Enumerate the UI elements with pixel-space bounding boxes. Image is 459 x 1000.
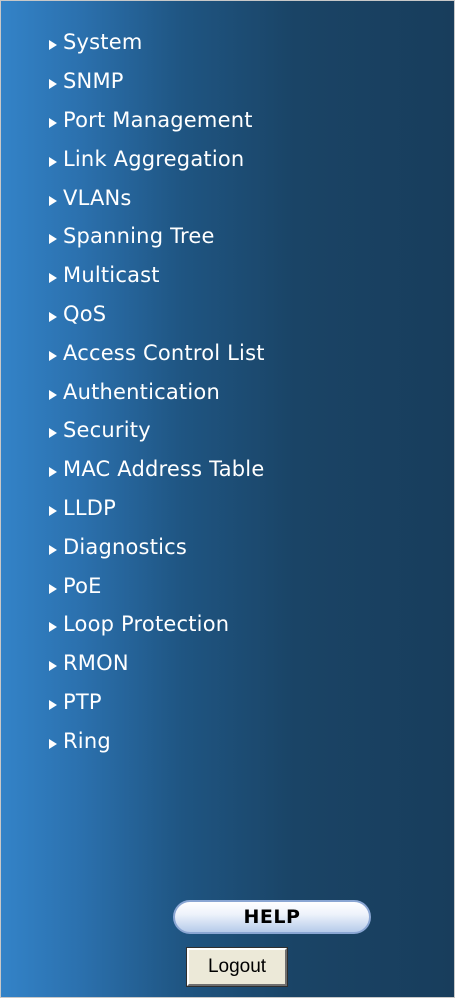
triangle-right-icon bbox=[49, 467, 57, 478]
menu-item-port-management[interactable]: Port Management bbox=[49, 101, 265, 140]
menu-item-label: QoS bbox=[63, 301, 107, 326]
menu-item-multicast[interactable]: Multicast bbox=[49, 256, 265, 295]
triangle-right-icon bbox=[49, 738, 57, 749]
menu-item-label: RMON bbox=[63, 651, 129, 676]
menu-item-rmon[interactable]: RMON bbox=[49, 644, 265, 683]
triangle-right-icon bbox=[49, 699, 57, 710]
menu-item-label: MAC Address Table bbox=[63, 457, 265, 482]
menu-item-label: Loop Protection bbox=[63, 612, 230, 637]
triangle-right-icon bbox=[49, 622, 57, 633]
menu-item-poe[interactable]: PoE bbox=[49, 566, 265, 605]
help-button-label: HELP bbox=[243, 906, 301, 928]
menu-item-access-control-list[interactable]: Access Control List bbox=[49, 333, 265, 372]
menu-item-system[interactable]: System bbox=[49, 23, 265, 62]
menu-item-label: LLDP bbox=[63, 495, 117, 520]
menu-item-security[interactable]: Security bbox=[49, 411, 265, 450]
menu-item-lldp[interactable]: LLDP bbox=[49, 489, 265, 528]
triangle-right-icon bbox=[49, 40, 57, 51]
menu-item-label: Security bbox=[63, 418, 151, 443]
triangle-right-icon bbox=[49, 79, 57, 90]
triangle-right-icon bbox=[49, 505, 57, 516]
triangle-right-icon bbox=[49, 117, 57, 128]
triangle-right-icon bbox=[49, 195, 57, 206]
menu-item-label: PTP bbox=[63, 689, 102, 714]
menu-item-label: Authentication bbox=[63, 379, 220, 404]
logout-button[interactable]: Logout bbox=[186, 947, 288, 987]
triangle-right-icon bbox=[49, 273, 57, 284]
menu-item-label: System bbox=[63, 30, 143, 55]
help-button[interactable]: HELP bbox=[173, 900, 371, 934]
menu-item-label: SNMP bbox=[63, 69, 124, 94]
menu-item-loop-protection[interactable]: Loop Protection bbox=[49, 605, 265, 644]
triangle-right-icon bbox=[49, 350, 57, 361]
menu-item-qos[interactable]: QoS bbox=[49, 295, 265, 334]
logout-button-label: Logout bbox=[207, 956, 267, 977]
triangle-right-icon bbox=[49, 389, 57, 400]
menu-item-label: Link Aggregation bbox=[63, 146, 245, 171]
main-menu: System SNMP Port Management Link Aggrega… bbox=[49, 23, 265, 760]
triangle-right-icon bbox=[49, 428, 57, 439]
triangle-right-icon bbox=[49, 544, 57, 555]
menu-item-ptp[interactable]: PTP bbox=[49, 683, 265, 722]
navigation-sidebar: System SNMP Port Management Link Aggrega… bbox=[0, 0, 455, 998]
menu-item-link-aggregation[interactable]: Link Aggregation bbox=[49, 139, 265, 178]
menu-item-mac-address-table[interactable]: MAC Address Table bbox=[49, 450, 265, 489]
triangle-right-icon bbox=[49, 583, 57, 594]
menu-item-diagnostics[interactable]: Diagnostics bbox=[49, 527, 265, 566]
menu-item-vlans[interactable]: VLANs bbox=[49, 178, 265, 217]
menu-item-label: Multicast bbox=[63, 263, 160, 288]
triangle-right-icon bbox=[49, 234, 57, 245]
menu-item-label: PoE bbox=[63, 573, 102, 598]
menu-item-label: VLANs bbox=[63, 185, 132, 210]
triangle-right-icon bbox=[49, 311, 57, 322]
menu-item-spanning-tree[interactable]: Spanning Tree bbox=[49, 217, 265, 256]
triangle-right-icon bbox=[49, 661, 57, 672]
menu-item-ring[interactable]: Ring bbox=[49, 721, 265, 760]
menu-item-label: Port Management bbox=[63, 107, 253, 132]
menu-item-label: Spanning Tree bbox=[63, 224, 215, 249]
menu-item-label: Diagnostics bbox=[63, 534, 188, 559]
triangle-right-icon bbox=[49, 156, 57, 167]
menu-item-label: Ring bbox=[63, 728, 111, 753]
menu-item-snmp[interactable]: SNMP bbox=[49, 62, 265, 101]
menu-item-label: Access Control List bbox=[63, 340, 265, 365]
menu-item-authentication[interactable]: Authentication bbox=[49, 372, 265, 411]
